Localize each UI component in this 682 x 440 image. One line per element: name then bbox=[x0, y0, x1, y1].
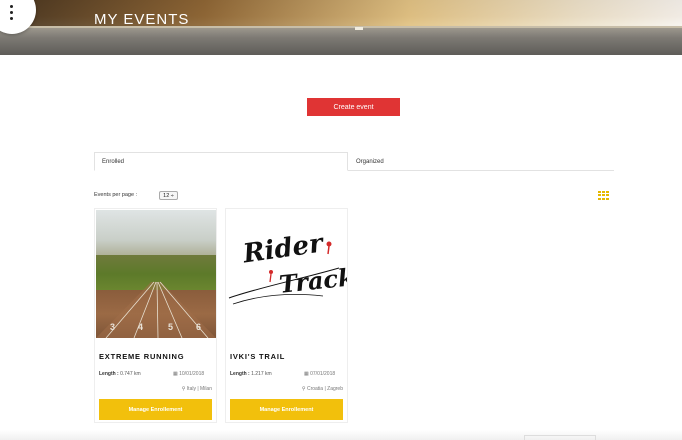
create-event-button[interactable]: Create event bbox=[307, 98, 400, 116]
event-date: ▦ 07/01/2018 bbox=[304, 371, 335, 377]
manage-enrollment-button[interactable]: Manage Enrollement bbox=[99, 399, 212, 420]
event-tabs: Enrolled Organized bbox=[94, 152, 614, 171]
page: MY EVENTS Create event Enrolled Organize… bbox=[0, 0, 682, 440]
event-image-rider-track-logo: Rider Track bbox=[227, 210, 347, 338]
banner-road bbox=[0, 26, 682, 55]
event-location: ⚲ Italy | Milan bbox=[182, 386, 212, 392]
track-number: 4 bbox=[138, 322, 144, 332]
manage-enrollment-button[interactable]: Manage Enrollement bbox=[230, 399, 343, 420]
calendar-icon: ▦ bbox=[173, 371, 178, 377]
banner-road-line bbox=[355, 27, 363, 30]
event-date-value: 07/01/2018 bbox=[310, 371, 336, 377]
event-length-label: Length : bbox=[99, 371, 119, 377]
track-number: 3 bbox=[110, 322, 116, 332]
pagination[interactable] bbox=[524, 435, 596, 440]
event-title: IVKI'S TRAIL bbox=[230, 352, 286, 361]
track-lines bbox=[96, 281, 216, 338]
tab-enrolled[interactable]: Enrolled bbox=[94, 152, 348, 171]
event-date-value: 10/01/2018 bbox=[179, 371, 205, 377]
event-length: Length : 0.747 km bbox=[99, 371, 141, 377]
kebab-menu-icon bbox=[10, 5, 14, 23]
grid-view-icon[interactable] bbox=[598, 191, 610, 200]
event-length: Length : 1.217 km bbox=[230, 371, 272, 377]
event-card[interactable]: Rider Track IVKI'S TRAIL Length : 1.217 … bbox=[225, 208, 348, 423]
events-per-page-label: Events per page : bbox=[94, 192, 138, 198]
track-number: 5 bbox=[168, 322, 174, 332]
tab-organized[interactable]: Organized bbox=[349, 152, 469, 171]
events-per-page-select[interactable]: 12 ÷ bbox=[159, 191, 178, 200]
location-pin-icon: ⚲ bbox=[181, 386, 186, 392]
event-length-value: 1.217 km bbox=[251, 371, 272, 377]
track-number: 6 bbox=[196, 322, 202, 332]
event-location-value: Croatia | Zagreb bbox=[306, 386, 343, 392]
event-image-running-track: 3 4 5 6 bbox=[96, 210, 216, 338]
event-date: ▦ 10/01/2018 bbox=[173, 371, 204, 377]
event-title: EXTREME RUNNING bbox=[99, 352, 185, 361]
event-card[interactable]: 3 4 5 6 EXTREME RUNNING Length : 0.747 k… bbox=[94, 208, 217, 423]
event-location: ⚲ Croatia | Zagreb bbox=[302, 386, 343, 392]
page-title: MY EVENTS bbox=[94, 11, 190, 28]
location-pin-icon: ⚲ bbox=[301, 386, 306, 392]
event-length-label: Length : bbox=[230, 371, 250, 377]
calendar-icon: ▦ bbox=[304, 371, 309, 377]
event-location-value: Italy | Milan bbox=[186, 386, 212, 392]
header-banner: MY EVENTS bbox=[0, 0, 682, 55]
event-length-value: 0.747 km bbox=[120, 371, 141, 377]
